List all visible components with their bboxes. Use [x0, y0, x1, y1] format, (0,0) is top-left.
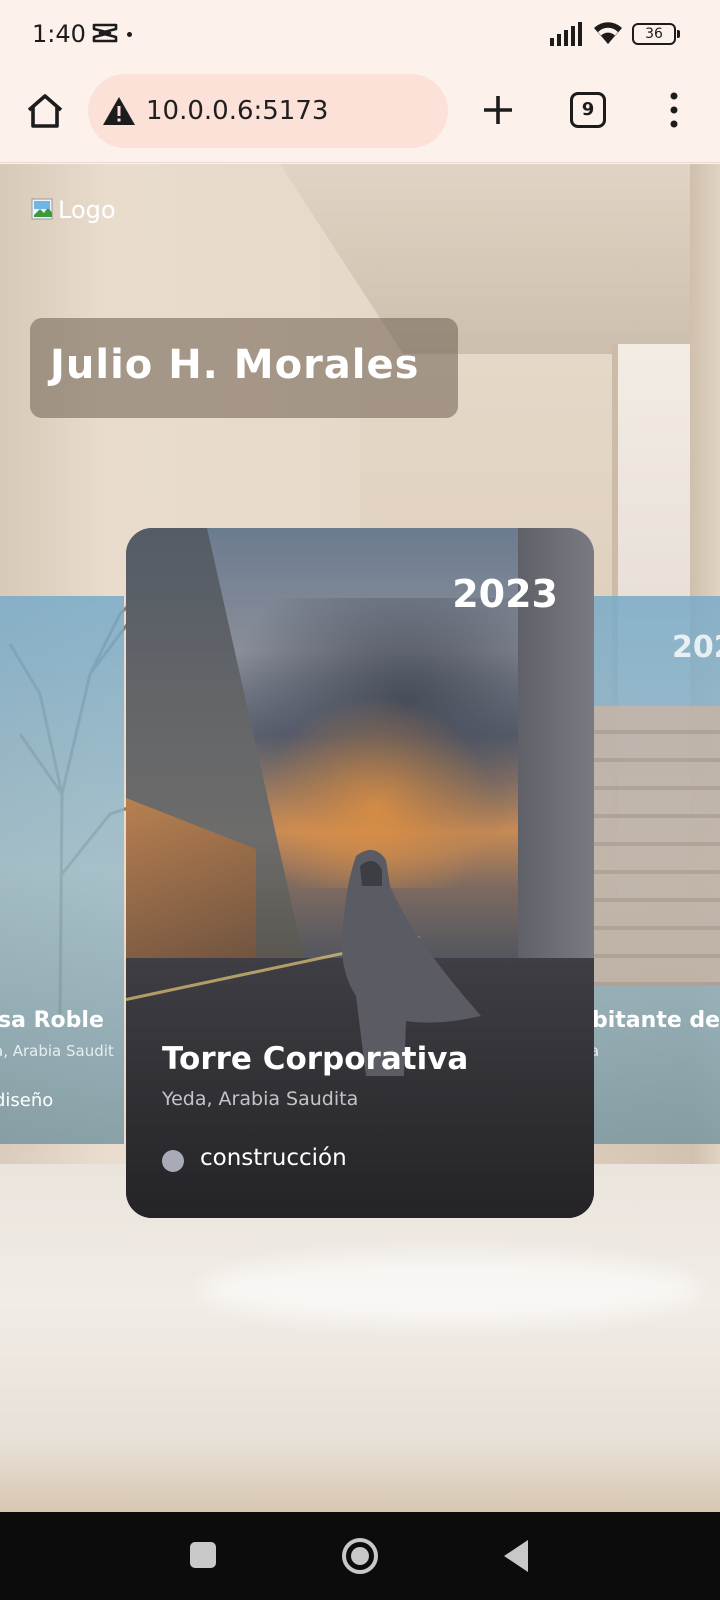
url-bar[interactable]: 10.0.0.6:5173 — [88, 74, 448, 148]
status-indicator-dot — [162, 1150, 184, 1172]
card-status: construcción — [200, 1145, 347, 1171]
card-location: Yeda, Arabia Saudita — [162, 1088, 359, 1110]
project-card-right[interactable]: 202 bitante de a — [584, 596, 720, 1144]
warning-icon[interactable] — [102, 96, 136, 126]
web-page: Logo Julio H. Morales sa Roble a, Arabia… — [0, 164, 720, 1512]
capcut-icon — [92, 23, 118, 43]
more-vert-icon[interactable] — [664, 90, 684, 130]
wifi-icon — [594, 22, 622, 44]
signal-icon — [550, 22, 582, 46]
card-location: a, Arabia Saudit — [0, 1042, 114, 1060]
card-title: sa Roble — [0, 1008, 104, 1033]
browser-toolbar: 10.0.0.6:5173 9 — [0, 70, 720, 163]
home-circle-icon[interactable] — [342, 1538, 378, 1574]
back-icon[interactable] — [504, 1540, 528, 1572]
card-title: Torre Corporativa — [162, 1041, 469, 1077]
battery-level: 36 — [645, 26, 663, 42]
plus-icon[interactable] — [476, 88, 520, 132]
card-year: 202 — [672, 630, 720, 665]
home-icon[interactable] — [22, 88, 68, 134]
card-title: bitante de — [592, 1008, 720, 1033]
project-card-main[interactable]: 2023 Torre Corporativa Yeda, Arabia Saud… — [126, 528, 594, 1218]
url-text[interactable]: 10.0.0.6:5173 — [146, 96, 328, 126]
name-banner: Julio H. Morales — [30, 318, 458, 418]
status-time: 1:40 — [32, 20, 86, 48]
broken-image-icon — [31, 198, 53, 220]
notification-dot — [127, 32, 132, 37]
tabs-button[interactable]: 9 — [570, 92, 606, 128]
status-bar: 1:40 36 — [0, 0, 720, 70]
logo-alt-text: Logo — [58, 196, 116, 224]
logo[interactable]: Logo — [30, 192, 116, 228]
page-title: Julio H. Morales — [50, 342, 420, 388]
battery-icon: 36 — [632, 23, 680, 45]
recents-icon[interactable] — [190, 1542, 216, 1568]
project-card-left[interactable]: sa Roble a, Arabia Saudit diseño — [0, 596, 124, 1144]
navigation-bar — [0, 1512, 720, 1600]
card-status: diseño — [0, 1090, 54, 1111]
card-image — [590, 706, 720, 986]
background-light — [200, 1254, 700, 1324]
card-year: 2023 — [452, 572, 558, 616]
